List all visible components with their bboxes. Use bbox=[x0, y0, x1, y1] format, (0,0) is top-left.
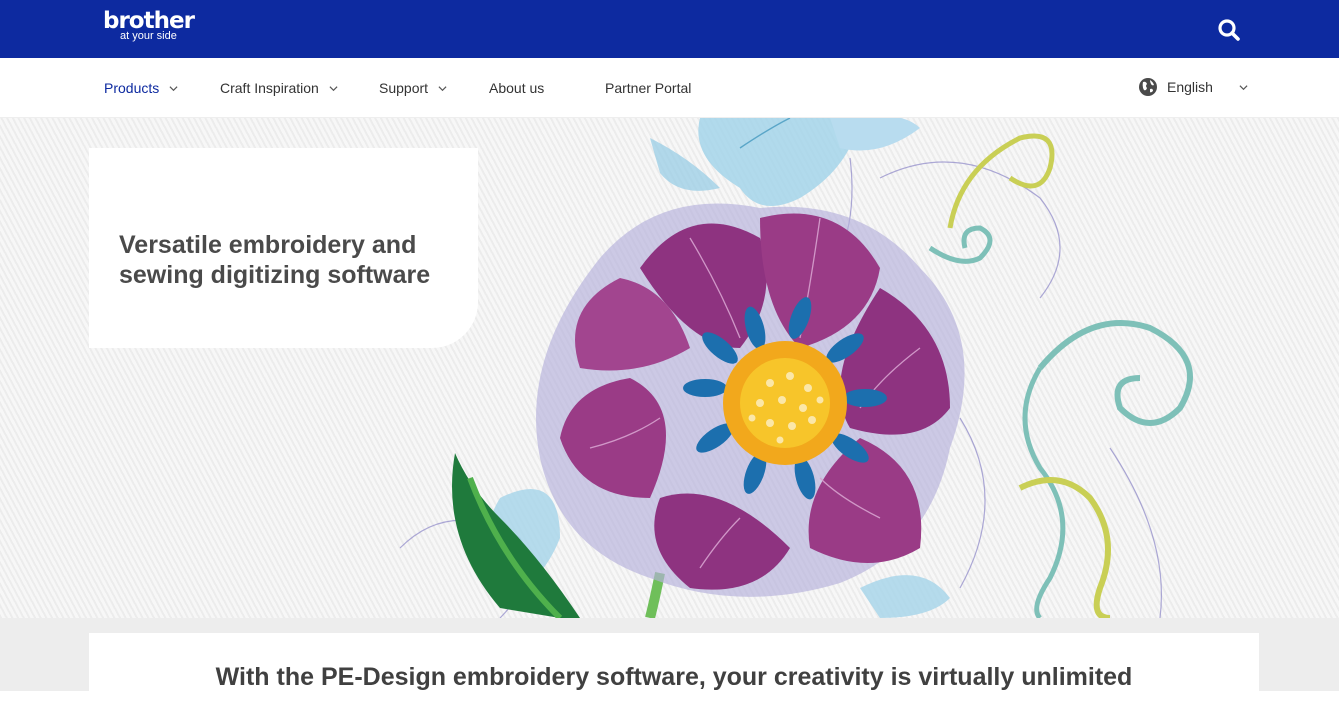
hero-banner: Versatile embroidery and sewing digitizi… bbox=[0, 118, 1339, 618]
nav-item-about-us[interactable]: About us bbox=[489, 58, 544, 118]
language-selector[interactable]: English bbox=[1138, 58, 1248, 116]
nav-item-support[interactable]: Support bbox=[379, 58, 447, 118]
intro-headline: With the PE-Design embroidery software, … bbox=[215, 663, 1133, 691]
chevron-down-icon bbox=[1239, 84, 1248, 90]
chevron-down-icon bbox=[329, 85, 338, 91]
chevron-down-icon bbox=[438, 85, 447, 91]
intro-section: With the PE-Design embroidery software, … bbox=[0, 618, 1339, 703]
globe-icon bbox=[1139, 78, 1157, 96]
search-icon[interactable] bbox=[1216, 17, 1242, 43]
nav-item-label: Support bbox=[379, 80, 429, 96]
nav-item-label: Products bbox=[104, 80, 160, 96]
brother-logo[interactable]: brother at your side bbox=[103, 9, 195, 42]
nav-item-label: Partner Portal bbox=[605, 80, 692, 96]
nav-item-label: Craft Inspiration bbox=[220, 80, 319, 96]
nav-item-products[interactable]: Products bbox=[104, 58, 178, 118]
nav-item-craft-inspiration[interactable]: Craft Inspiration bbox=[220, 58, 338, 118]
hero-title: Versatile embroidery and sewing digitizi… bbox=[119, 231, 431, 289]
nav-item-partner-portal[interactable]: Partner Portal bbox=[605, 58, 691, 118]
chevron-down-icon bbox=[169, 85, 178, 91]
hero-card: Versatile embroidery and sewing digitizi… bbox=[89, 148, 478, 348]
top-header: brother at your side bbox=[0, 0, 1339, 58]
main-nav: Products Craft Inspiration Support About… bbox=[0, 58, 1339, 118]
intro-card: With the PE-Design embroidery software, … bbox=[89, 633, 1259, 703]
nav-item-label: About us bbox=[489, 80, 545, 96]
language-label: English bbox=[1167, 79, 1213, 95]
